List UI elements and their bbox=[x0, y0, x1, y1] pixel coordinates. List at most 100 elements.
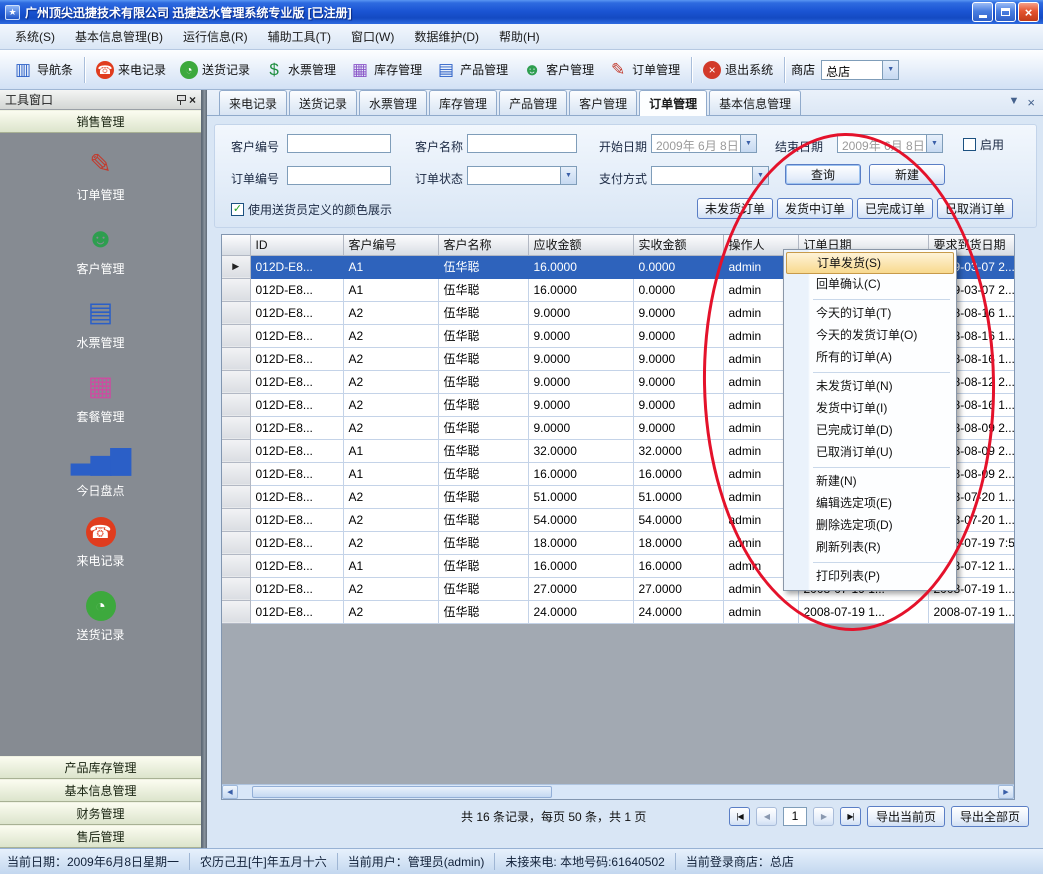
toolbar-button-customer[interactable]: ☻客户管理 bbox=[515, 56, 601, 84]
customer-no-input[interactable] bbox=[287, 134, 391, 153]
context-menu-item-15[interactable]: 刷新列表(R) bbox=[786, 537, 954, 559]
menu-item-4[interactable]: 窗口(W) bbox=[342, 24, 403, 49]
context-menu-item-9[interactable]: 已完成订单(D) bbox=[786, 420, 954, 442]
grid-column-header-0[interactable]: ID bbox=[250, 235, 343, 255]
last-page-button[interactable]: ▶| bbox=[840, 807, 861, 826]
customer-name-input[interactable] bbox=[467, 134, 577, 153]
status-filter-button-1[interactable]: 发货中订单 bbox=[777, 198, 853, 219]
status-filter-button-2[interactable]: 已完成订单 bbox=[857, 198, 933, 219]
row-selector[interactable] bbox=[222, 439, 250, 462]
color-display-checkbox[interactable]: ✓ 使用送货员定义的颜色展示 bbox=[231, 201, 392, 218]
table-row[interactable]: 012D-E8...A2伍华聪24.000024.0000admin2008-0… bbox=[222, 600, 1015, 623]
chevron-down-icon[interactable]: ▼ bbox=[740, 135, 756, 152]
first-page-button[interactable]: |◀ bbox=[729, 807, 750, 826]
context-menu-item-5[interactable]: 所有的订单(A) bbox=[786, 347, 954, 369]
row-selector[interactable] bbox=[222, 416, 250, 439]
close-button[interactable]: × bbox=[1018, 2, 1039, 22]
sidebar-item-6[interactable]: ◔送货记录 bbox=[0, 591, 201, 665]
enable-date-checkbox[interactable]: 启用 bbox=[963, 136, 1004, 153]
row-selector[interactable] bbox=[222, 508, 250, 531]
tab-7[interactable]: 基本信息管理 bbox=[709, 90, 801, 115]
chevron-down-icon[interactable]: ▼ bbox=[560, 167, 576, 184]
pay-method-select[interactable]: ▼ bbox=[651, 166, 769, 185]
context-menu-item-17[interactable]: 打印列表(P) bbox=[786, 566, 954, 588]
sidebar-item-2[interactable]: ▤水票管理 bbox=[0, 295, 201, 369]
page-number-box[interactable]: 1 bbox=[783, 807, 807, 826]
sidebar-group-button-0[interactable]: 产品库存管理 bbox=[0, 756, 201, 779]
prev-page-button[interactable]: ◀ bbox=[756, 807, 777, 826]
row-selector[interactable]: ▶ bbox=[222, 255, 250, 278]
toolbar-button-navigator[interactable]: ▥导航条 bbox=[6, 56, 80, 84]
sidebar-group-button-2[interactable]: 财务管理 bbox=[0, 802, 201, 825]
start-date-picker[interactable]: 2009年 6月 8日 ▼ bbox=[651, 134, 757, 153]
toolbar-button-dollar[interactable]: $水票管理 bbox=[257, 56, 343, 84]
minimize-button[interactable] bbox=[972, 2, 993, 22]
row-selector[interactable] bbox=[222, 278, 250, 301]
context-menu-item-0[interactable]: 订单发货(S) bbox=[786, 252, 954, 274]
query-button[interactable]: 查询 bbox=[785, 164, 861, 185]
row-selector[interactable] bbox=[222, 600, 250, 623]
pin-icon[interactable] bbox=[176, 95, 185, 105]
context-menu-item-1[interactable]: 回单确认(C) bbox=[786, 274, 954, 296]
next-page-button[interactable]: ▶ bbox=[813, 807, 834, 826]
toolbar-button-phone[interactable]: ☎来电记录 bbox=[89, 57, 173, 83]
sidebar-close-icon[interactable]: × bbox=[189, 94, 196, 106]
scrollbar-thumb[interactable] bbox=[252, 786, 552, 798]
order-status-select[interactable]: ▼ bbox=[467, 166, 577, 185]
toolbar-button-exit[interactable]: ×退出系统 bbox=[696, 57, 780, 83]
row-selector[interactable] bbox=[222, 347, 250, 370]
menu-item-0[interactable]: 系统(S) bbox=[6, 24, 64, 49]
tab-close-icon[interactable]: × bbox=[1027, 96, 1035, 109]
context-menu-item-14[interactable]: 删除选定项(D) bbox=[786, 515, 954, 537]
context-menu-item-4[interactable]: 今天的发货订单(O) bbox=[786, 325, 954, 347]
context-menu-item-10[interactable]: 已取消订单(U) bbox=[786, 442, 954, 464]
toolbar-button-inventory[interactable]: ▦库存管理 bbox=[343, 56, 429, 84]
tab-5[interactable]: 客户管理 bbox=[569, 90, 637, 115]
row-selector[interactable] bbox=[222, 485, 250, 508]
tab-1[interactable]: 送货记录 bbox=[289, 90, 357, 115]
scrollbar-track[interactable] bbox=[238, 785, 998, 799]
context-menu-item-13[interactable]: 编辑选定项(E) bbox=[786, 493, 954, 515]
grid-column-header-3[interactable]: 应收金额 bbox=[528, 235, 633, 255]
context-menu-item-8[interactable]: 发货中订单(I) bbox=[786, 398, 954, 420]
row-selector[interactable] bbox=[222, 554, 250, 577]
tab-6[interactable]: 订单管理 bbox=[639, 90, 707, 116]
tab-0[interactable]: 来电记录 bbox=[219, 90, 287, 115]
status-filter-button-3[interactable]: 已取消订单 bbox=[937, 198, 1013, 219]
menu-item-3[interactable]: 辅助工具(T) bbox=[259, 24, 340, 49]
context-menu-item-7[interactable]: 未发货订单(N) bbox=[786, 376, 954, 398]
sidebar-item-0[interactable]: ✎订单管理 bbox=[0, 147, 201, 221]
row-selector[interactable] bbox=[222, 324, 250, 347]
scroll-left-icon[interactable]: ◀ bbox=[222, 785, 238, 799]
sidebar-group-button-3[interactable]: 售后管理 bbox=[0, 825, 201, 848]
new-button[interactable]: 新建 bbox=[869, 164, 945, 185]
toolbar-button-product[interactable]: ▤产品管理 bbox=[429, 56, 515, 84]
toolbar-button-clock[interactable]: ◔送货记录 bbox=[173, 57, 257, 83]
tab-4[interactable]: 产品管理 bbox=[499, 90, 567, 115]
order-no-input[interactable] bbox=[287, 166, 391, 185]
end-date-picker[interactable]: 2009年 6月 8日 ▼ bbox=[837, 134, 943, 153]
chevron-down-icon[interactable]: ▼ bbox=[926, 135, 942, 152]
row-selector[interactable] bbox=[222, 577, 250, 600]
toolbar-button-order[interactable]: ✎订单管理 bbox=[601, 56, 687, 84]
menu-item-6[interactable]: 帮助(H) bbox=[490, 24, 549, 49]
restore-button[interactable] bbox=[995, 2, 1016, 22]
grid-column-header-1[interactable]: 客户编号 bbox=[343, 235, 438, 255]
export-current-page-button[interactable]: 导出当前页 bbox=[867, 806, 945, 827]
tab-2[interactable]: 水票管理 bbox=[359, 90, 427, 115]
shop-select[interactable]: 总店 ▼ bbox=[821, 60, 899, 80]
row-selector[interactable] bbox=[222, 462, 250, 485]
grid-column-header-4[interactable]: 实收金额 bbox=[633, 235, 723, 255]
row-selector[interactable] bbox=[222, 393, 250, 416]
tab-dropdown-icon[interactable]: ▼ bbox=[1009, 96, 1020, 109]
sidebar-item-5[interactable]: ☎来电记录 bbox=[0, 517, 201, 591]
sidebar-item-1[interactable]: ☻客户管理 bbox=[0, 221, 201, 295]
chevron-down-icon[interactable]: ▼ bbox=[882, 61, 898, 79]
menu-item-5[interactable]: 数据维护(D) bbox=[405, 24, 488, 49]
menu-item-2[interactable]: 运行信息(R) bbox=[174, 24, 257, 49]
sidebar-item-3[interactable]: ▦套餐管理 bbox=[0, 369, 201, 443]
sidebar-group-button-1[interactable]: 基本信息管理 bbox=[0, 779, 201, 802]
chevron-down-icon[interactable]: ▼ bbox=[752, 167, 768, 184]
sidebar-item-4[interactable]: ▃▅▇今日盘点 bbox=[0, 443, 201, 517]
row-selector[interactable] bbox=[222, 370, 250, 393]
